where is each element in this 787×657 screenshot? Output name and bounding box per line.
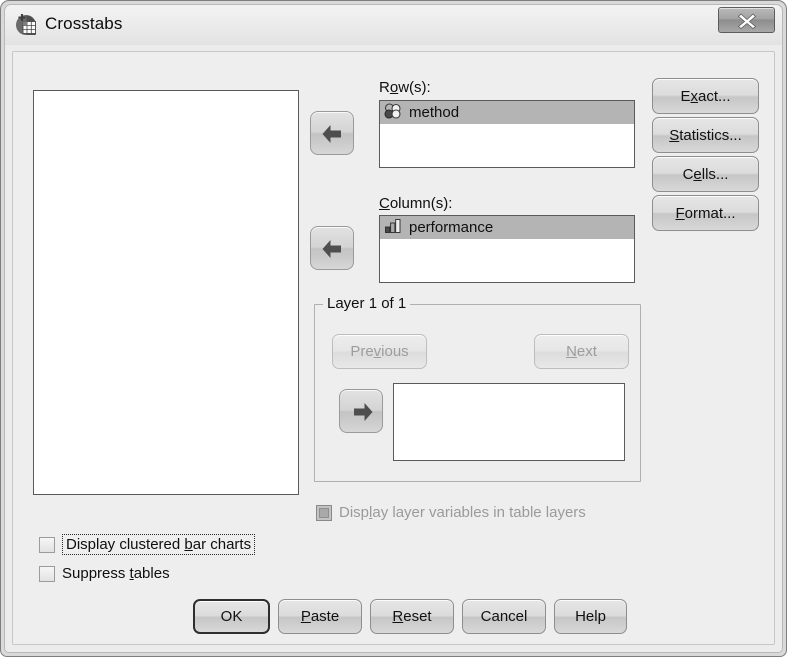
layer-next-button[interactable]: Next	[534, 334, 629, 369]
reset-button-label: Reset	[392, 608, 432, 625]
rows-label: Row(s):	[379, 79, 431, 96]
move-to-columns-button[interactable]	[310, 226, 354, 270]
display-layer-variables-checkbox[interactable]	[316, 504, 332, 521]
exact-button[interactable]: Exact...	[652, 78, 759, 114]
source-variable-list[interactable]	[33, 90, 299, 495]
layer-list[interactable]	[393, 383, 625, 461]
paste-button-label: Paste	[300, 608, 340, 625]
nominal-icon	[384, 102, 402, 123]
layer-group: Layer 1 of 1 Previous Next	[314, 295, 641, 482]
cells-button[interactable]: Cells...	[652, 156, 759, 192]
list-item[interactable]: method	[380, 101, 634, 124]
crosstabs-dialog-window: Crosstabs Row(s): method Column(s): perf…	[0, 0, 787, 657]
rows-list[interactable]: method	[379, 100, 635, 168]
suppress-tables-label: Suppress tables	[62, 565, 170, 582]
title-bar: Crosstabs	[5, 5, 782, 45]
columns-list[interactable]: performance	[379, 215, 635, 283]
suppress-tables-row[interactable]: Suppress tables	[39, 565, 170, 582]
statistics-button[interactable]: Statistics...	[652, 117, 759, 153]
reset-button[interactable]: Reset	[370, 599, 454, 634]
spss-crosstabs-icon	[14, 13, 38, 37]
exact-button-label: Exact...	[680, 87, 731, 105]
format-button[interactable]: Format...	[652, 195, 759, 231]
suppress-tables-checkbox[interactable]	[39, 565, 55, 582]
layer-previous-label: Previous	[350, 343, 409, 360]
window-frame-inner: Crosstabs Row(s): method Column(s): perf…	[4, 4, 783, 653]
list-item[interactable]: performance	[380, 216, 634, 239]
help-button[interactable]: Help	[554, 599, 627, 634]
ok-button-label: OK	[220, 608, 243, 625]
help-button-label: Help	[575, 608, 606, 625]
close-button[interactable]	[718, 7, 775, 33]
variable-name: method	[409, 104, 460, 121]
display-clustered-bar-charts-label: Display clustered bar charts	[62, 534, 256, 555]
cells-button-label: Cells...	[682, 165, 729, 183]
move-to-rows-button[interactable]	[310, 111, 354, 155]
move-to-layer-button[interactable]	[339, 389, 383, 433]
layer-previous-button[interactable]: Previous	[332, 334, 427, 369]
variable-name: performance	[409, 219, 494, 236]
ordinal-icon	[384, 218, 402, 238]
columns-label: Column(s):	[379, 195, 453, 212]
layer-next-label: Next	[566, 343, 597, 360]
cancel-button[interactable]: Cancel	[462, 599, 546, 634]
dialog-body: Row(s): method Column(s): performance La…	[5, 45, 782, 652]
display-layer-variables-label: Display layer variables in table layers	[339, 504, 586, 521]
paste-button[interactable]: Paste	[278, 599, 362, 634]
window-title: Crosstabs	[45, 14, 123, 33]
dialog-content-panel: Row(s): method Column(s): performance La…	[12, 51, 775, 645]
display-clustered-bar-charts-row[interactable]: Display clustered bar charts	[39, 534, 256, 555]
format-button-label: Format...	[675, 204, 736, 222]
display-clustered-bar-charts-checkbox[interactable]	[39, 536, 55, 553]
cancel-button-label: Cancel	[480, 608, 528, 625]
ok-button[interactable]: OK	[193, 599, 270, 634]
display-layer-variables-row[interactable]: Display layer variables in table layers	[316, 504, 586, 521]
statistics-button-label: Statistics...	[669, 126, 742, 144]
layer-group-title: Layer 1 of 1	[323, 295, 411, 312]
